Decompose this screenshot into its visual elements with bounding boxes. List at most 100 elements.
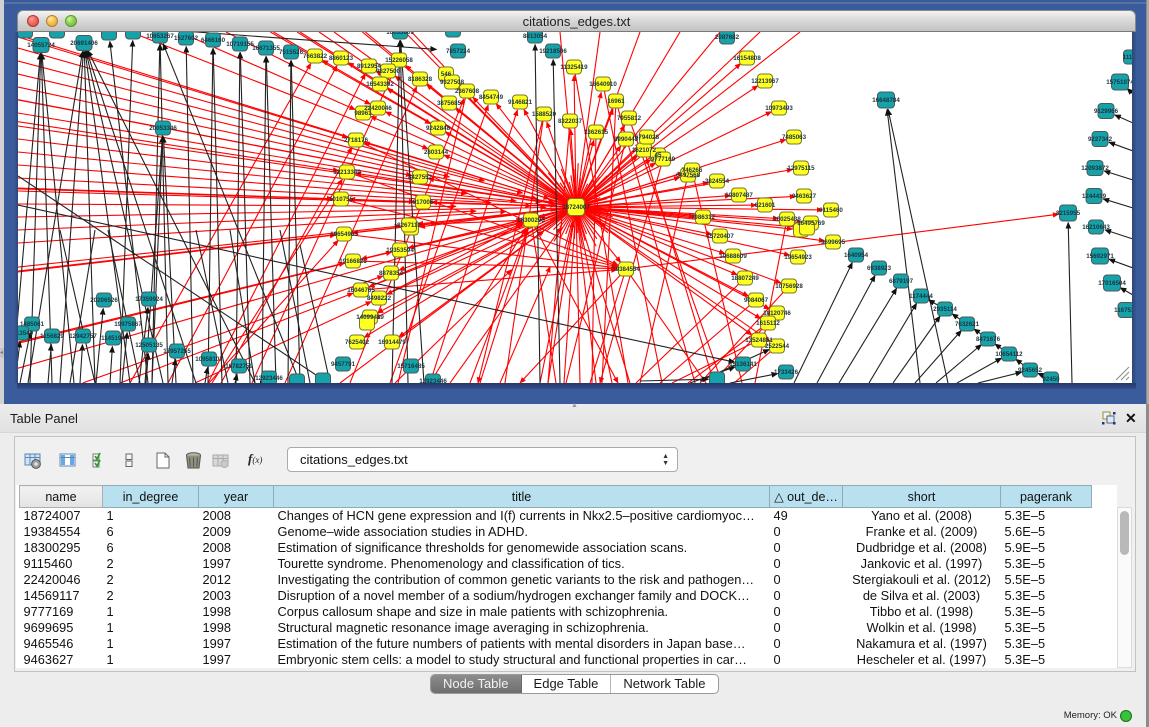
svg-text:9146821: 9146821: [508, 99, 533, 106]
svg-text:12213349: 12213349: [333, 169, 361, 176]
svg-text:7625402: 7625402: [345, 339, 370, 346]
svg-text:18724007: 18724007: [562, 204, 590, 211]
svg-text:10719155: 10719155: [226, 41, 254, 48]
svg-text:8878354: 8878354: [379, 270, 404, 277]
svg-text:12213967: 12213967: [751, 78, 779, 85]
svg-text:1145194: 1145194: [101, 335, 125, 342]
svg-text:15720407: 15720407: [706, 233, 734, 240]
svg-text:15692971: 15692971: [1086, 253, 1114, 260]
svg-text:19654923: 19654923: [784, 254, 812, 261]
svg-text:15716485: 15716485: [397, 363, 425, 370]
svg-text:16543392: 16543392: [366, 81, 394, 88]
svg-text:16671355: 16671355: [252, 45, 280, 52]
svg-text:19384554: 19384554: [612, 266, 640, 273]
svg-text:14055724: 14055724: [27, 42, 55, 49]
svg-text:9245652: 9245652: [1018, 367, 1043, 374]
svg-text:9463627: 9463627: [792, 193, 817, 200]
svg-text:1485061: 1485061: [20, 321, 45, 328]
svg-text:8471676: 8471676: [976, 336, 1001, 343]
svg-text:10958107: 10958107: [195, 356, 223, 363]
svg-text:19166825: 19166825: [339, 258, 367, 265]
svg-text:15226058: 15226058: [385, 57, 413, 64]
svg-text:2522544: 2522544: [765, 343, 790, 350]
svg-text:8427552: 8427552: [408, 174, 433, 181]
svg-text:8860123: 8860123: [329, 55, 354, 62]
svg-text:2803144: 2803144: [424, 149, 449, 156]
svg-text:98961: 98961: [354, 110, 372, 117]
svg-text:18300295: 18300295: [517, 217, 545, 224]
svg-text:6938923: 6938923: [867, 265, 892, 272]
svg-text:10973493: 10973493: [765, 105, 793, 112]
svg-text:14099489: 14099489: [356, 314, 384, 321]
svg-text:9827500: 9827500: [376, 68, 401, 75]
svg-text:8813054: 8813054: [523, 33, 548, 40]
svg-text:11325419: 11325419: [560, 64, 588, 71]
svg-text:7986312: 7986312: [691, 214, 716, 221]
svg-text:12923446: 12923446: [255, 375, 283, 382]
svg-text:92450: 92450: [1042, 376, 1060, 383]
svg-text:16210643: 16210643: [1082, 224, 1110, 231]
svg-text:9084067: 9084067: [744, 297, 769, 304]
svg-text:16033809: 16033809: [386, 32, 414, 36]
svg-text:10756928: 10756928: [775, 283, 803, 290]
svg-text:1527602: 1527602: [174, 35, 199, 42]
svg-text:12505135: 12505135: [135, 342, 163, 349]
svg-text:1174444: 1174444: [909, 293, 933, 300]
svg-text:8322037: 8322037: [558, 118, 583, 125]
svg-text:20691406: 20691406: [70, 40, 98, 47]
svg-text:9777169: 9777169: [651, 156, 676, 163]
svg-text:16648784: 16648784: [872, 97, 900, 104]
svg-text:1167534: 1167534: [1114, 307, 1132, 314]
svg-text:17016504: 17016504: [1098, 280, 1126, 287]
svg-text:8454749: 8454749: [479, 94, 504, 101]
svg-text:20053346: 20053346: [149, 125, 177, 132]
svg-text:7485063: 7485063: [782, 134, 807, 141]
svg-text:10653267: 10653267: [146, 33, 174, 40]
svg-text:6794028: 6794028: [635, 134, 660, 141]
svg-text:9242848: 9242848: [426, 125, 451, 132]
svg-text:19353594: 19353594: [386, 247, 414, 254]
svg-text:16914479: 16914479: [378, 339, 406, 346]
svg-text:7955812: 7955812: [617, 115, 642, 122]
svg-text:7515526: 7515526: [279, 49, 304, 56]
svg-text:3824554: 3824554: [705, 178, 730, 185]
svg-text:9115460: 9115460: [819, 207, 843, 214]
svg-text:10654112: 10654112: [995, 351, 1023, 358]
svg-text:1640954: 1640954: [844, 252, 869, 259]
svg-text:12942757: 12942757: [69, 333, 97, 340]
svg-text:2718176: 2718176: [344, 137, 369, 144]
svg-text:18807249: 18807249: [731, 275, 759, 282]
svg-text:1588520: 1588520: [532, 111, 557, 118]
svg-text:1010755: 1010755: [329, 196, 354, 203]
svg-text:6879197: 6879197: [889, 278, 914, 285]
svg-text:17359924: 17359924: [135, 296, 163, 303]
svg-text:17957255: 17957255: [163, 348, 191, 355]
svg-text:917006: 917006: [413, 199, 434, 206]
svg-text:20206526: 20206526: [90, 297, 118, 304]
svg-text:7857224: 7857224: [446, 48, 471, 55]
svg-text:9699695: 9699695: [821, 239, 846, 246]
svg-text:1156829: 1156829: [40, 333, 64, 340]
svg-text:8186328: 8186328: [408, 76, 433, 83]
svg-text:10120746: 10120746: [763, 310, 791, 317]
svg-text:9327508: 9327508: [440, 79, 465, 86]
svg-text:15751074: 15751074: [1106, 79, 1132, 86]
svg-text:10688609: 10688609: [719, 253, 747, 260]
svg-text:6466160: 6466160: [201, 37, 226, 44]
svg-text:8215955: 8215955: [1056, 210, 1081, 217]
svg-text:1621072: 1621072: [632, 147, 657, 154]
svg-text:16961: 16961: [607, 98, 625, 105]
svg-text:9129966: 9129966: [1094, 108, 1119, 115]
svg-text:8498222: 8498222: [367, 295, 392, 302]
svg-text:16046765: 16046765: [347, 287, 375, 294]
svg-text:3913549: 3913549: [18, 330, 34, 337]
svg-text:546: 546: [441, 71, 452, 78]
svg-text:746266: 746266: [682, 167, 703, 174]
svg-text:1362615: 1362615: [584, 129, 609, 136]
svg-text:10807487: 10807487: [725, 192, 753, 199]
svg-text:3875685: 3875685: [437, 100, 462, 107]
svg-text:19654963: 19654963: [330, 231, 358, 238]
svg-text:8267110: 8267110: [397, 222, 421, 229]
svg-text:19218506: 19218506: [539, 48, 567, 55]
svg-text:9457791: 9457791: [331, 361, 356, 368]
